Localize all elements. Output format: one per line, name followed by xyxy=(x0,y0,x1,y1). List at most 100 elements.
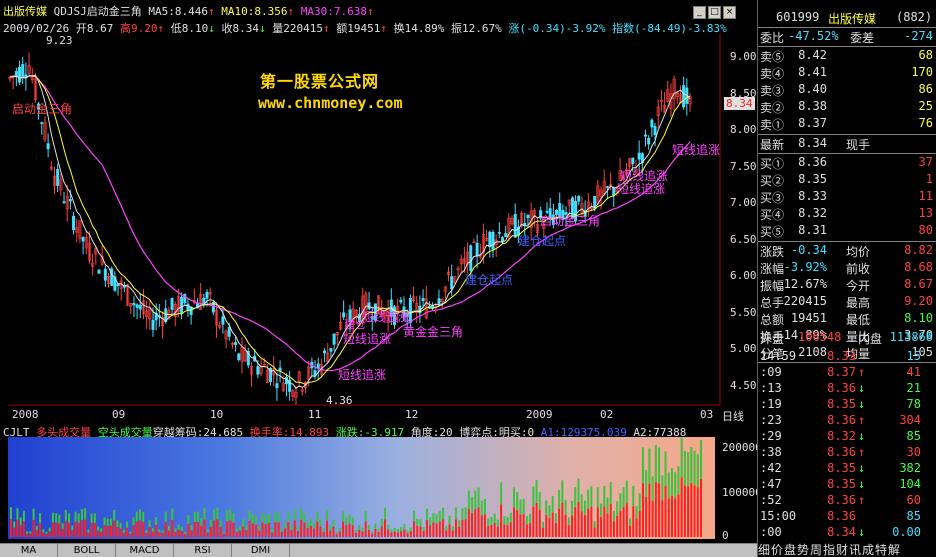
buy-label: 买① xyxy=(760,157,785,171)
panel-bottom-tabs[interactable]: 细价盘势周指财讯成特解 xyxy=(758,541,936,557)
tab-macd[interactable]: MACD xyxy=(116,544,174,557)
price-tick: 5.00 xyxy=(730,342,757,355)
buy2-row[interactable]: 买② 8.35 1 xyxy=(758,172,936,189)
sell2-row[interactable]: 卖② 8.38 25 xyxy=(758,99,936,116)
vol-bar-long xyxy=(538,510,541,537)
vol-bar-short xyxy=(432,512,435,523)
vol-bar-short xyxy=(335,531,338,534)
vol-bar-short xyxy=(248,509,251,521)
vol-bar-long xyxy=(638,510,641,537)
vol-bar-short xyxy=(261,512,264,523)
sell4-row[interactable]: 卖④ 8.41 170 xyxy=(758,65,936,82)
sell3-row[interactable]: 卖③ 8.40 86 xyxy=(758,82,936,99)
vol-bar-short xyxy=(567,517,570,526)
vol-bar-short xyxy=(558,490,561,509)
vol-bar-long xyxy=(284,528,287,537)
vol-bar-long xyxy=(542,527,545,537)
quote-panel: 601999 出版传媒 (882) 委比 -47.52% 委差 -274 卖⑤ 8… xyxy=(757,0,936,557)
candle-body xyxy=(513,214,517,238)
vol-bar-long xyxy=(219,527,222,537)
vol-bar-short xyxy=(571,500,574,516)
stock-count: (882) xyxy=(896,10,933,24)
vol-bar-short xyxy=(193,511,196,522)
buy3-row[interactable]: 买③ 8.33 11 xyxy=(758,189,936,206)
vol-bar-short xyxy=(474,490,477,510)
buy-label: 买② xyxy=(760,174,785,188)
volume-bars xyxy=(10,437,702,537)
vol-bar-short xyxy=(651,476,654,501)
vol-bar-long xyxy=(371,533,374,537)
vol-bar-short xyxy=(483,498,486,515)
vol-bar-short xyxy=(509,512,512,523)
tab-ma[interactable]: MA xyxy=(0,544,58,557)
buy-price: 8.35 xyxy=(798,172,827,186)
volume-panel[interactable] xyxy=(8,437,715,539)
tick-t: 14:59 xyxy=(760,349,797,363)
vol-bar-short xyxy=(274,512,277,523)
date-tick: 10 xyxy=(210,408,224,421)
buy4-row[interactable]: 买④ 8.32 13 xyxy=(758,206,936,223)
vol-bar-short xyxy=(10,507,12,520)
vol-bar-short xyxy=(593,521,596,528)
vol-bar-long xyxy=(267,523,270,537)
sell-price: 8.38 xyxy=(798,99,827,113)
vol-bar-short xyxy=(84,508,87,520)
sell1-row[interactable]: 卖① 8.37 76 xyxy=(758,116,936,133)
vol-bar-long xyxy=(122,532,125,537)
vol-bar-short xyxy=(55,513,58,523)
candle-body xyxy=(227,327,231,337)
vol-bar-short xyxy=(603,486,606,507)
vol-bar-short xyxy=(445,525,448,531)
vol-bar-short xyxy=(309,518,312,526)
candle-body xyxy=(329,348,333,352)
vol-bar-long xyxy=(74,521,77,537)
signal-label: 建仓 xyxy=(344,318,366,331)
buy1-row[interactable]: 买① 8.36 37 xyxy=(758,155,936,172)
candle-body xyxy=(68,199,72,202)
buy-label: 买④ xyxy=(760,208,785,222)
vol-bar-short xyxy=(325,509,328,521)
vol-bar-short xyxy=(138,509,141,521)
vol-bar-long xyxy=(593,527,596,537)
vol-bar-short xyxy=(600,503,603,517)
sell-price: 8.37 xyxy=(798,116,827,130)
tick-t: :13 xyxy=(760,381,782,395)
tab-rsi[interactable]: RSI xyxy=(174,544,232,557)
tab-dmi[interactable]: DMI xyxy=(232,544,290,557)
vol-bar-short xyxy=(580,494,583,512)
buy-volume: 37 xyxy=(918,155,933,169)
buy5-row[interactable]: 买⑤ 8.31 80 xyxy=(758,223,936,240)
vol-bar-short xyxy=(516,492,519,511)
vol-bar-short xyxy=(413,510,416,522)
tick-a: ↓ xyxy=(858,461,866,475)
vol-bar-short xyxy=(22,510,25,522)
tick-row: :13 8.36 ↓ 21 xyxy=(758,381,936,397)
candle-body xyxy=(170,297,174,310)
tab-boll[interactable]: BOLL xyxy=(58,544,116,557)
vol-bar-short xyxy=(416,518,419,527)
sell5-row[interactable]: 卖⑤ 8.42 68 xyxy=(758,48,936,65)
candle-body xyxy=(504,233,508,237)
vol-bar-long xyxy=(51,522,54,537)
indicator-tabs: MA BOLL MACD RSI DMI xyxy=(0,543,760,557)
vol-bar-long xyxy=(80,520,83,537)
period-label[interactable]: 日线 xyxy=(722,408,744,424)
tick-p: 8.36 xyxy=(827,413,856,427)
vol-bar-short xyxy=(403,524,406,530)
vol-bar-short xyxy=(119,522,122,529)
tick-row: 14:59 8.33 15 xyxy=(758,349,936,365)
vol-bar-short xyxy=(103,517,106,526)
vol-bar-long xyxy=(419,526,422,537)
kline-chart-area[interactable]: 出版传媒 QDJSJ启动金三角 MA5:8.446↑ MA10:8.356↑ M… xyxy=(0,0,762,557)
buy-volume: 80 xyxy=(918,223,933,237)
vol-bar-long xyxy=(222,533,225,537)
vol-bar-short xyxy=(322,528,325,532)
vol-bar-long xyxy=(406,533,409,537)
vol-bar-long xyxy=(600,516,603,537)
stat-a: 涨跌 xyxy=(760,245,785,259)
price-tick: 7.00 xyxy=(730,196,757,209)
sell-label: 卖⑤ xyxy=(760,50,785,64)
tick-p: 8.32 xyxy=(827,429,856,443)
tick-v: 41 xyxy=(906,365,921,379)
vol-bar-short xyxy=(622,487,625,508)
